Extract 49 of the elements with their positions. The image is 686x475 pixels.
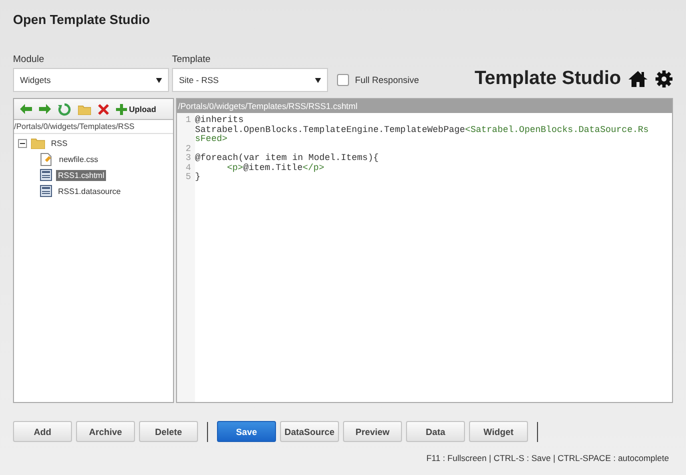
action-button[interactable]: Delete bbox=[139, 421, 198, 442]
document-icon bbox=[40, 169, 52, 181]
template-dropdown[interactable]: Site - RSS bbox=[172, 68, 328, 92]
file-icon bbox=[40, 152, 53, 166]
tree-item[interactable]: RSS1.datasource bbox=[56, 186, 123, 196]
checkbox-label: Full Responsive bbox=[355, 75, 420, 85]
settings-icon[interactable] bbox=[655, 70, 673, 88]
file-path-bar: /Portals/0/widgets/Templates/RSS/RSS1.cshtml bbox=[177, 99, 672, 113]
folder-icon bbox=[31, 137, 45, 149]
tree-item[interactable]: RSS1.cshtml bbox=[56, 170, 106, 180]
folder-path: /Portals/0/widgets/Templates/RSS bbox=[14, 120, 173, 134]
plus-icon bbox=[116, 104, 127, 114]
line-number: 3 bbox=[184, 154, 192, 164]
field-label: Module bbox=[13, 54, 46, 65]
field-label: Template bbox=[172, 54, 212, 65]
checkbox[interactable] bbox=[337, 74, 349, 86]
line-number: 1 bbox=[184, 116, 192, 127]
delete-icon[interactable] bbox=[98, 104, 109, 114]
collapse-icon[interactable] bbox=[18, 138, 27, 148]
line-number: 5 bbox=[184, 173, 192, 182]
line-number: 2 bbox=[184, 144, 192, 154]
action-button[interactable]: Data bbox=[406, 421, 465, 442]
home-icon[interactable] bbox=[628, 70, 648, 88]
upload-button[interactable]: Upload bbox=[116, 104, 156, 114]
document-icon bbox=[40, 185, 52, 197]
code-editor[interactable] bbox=[176, 98, 673, 403]
brand-title: Template Studio bbox=[474, 68, 621, 90]
tree-item[interactable]: newfile.css bbox=[57, 154, 100, 164]
module-dropdown[interactable]: Widgets bbox=[13, 68, 169, 92]
caret-icon bbox=[156, 78, 162, 82]
action-button[interactable]: Preview bbox=[343, 421, 402, 442]
action-button[interactable]: DataSource bbox=[280, 421, 339, 442]
shortcut-hint: F11 : Fullscreen | CTRL-S : Save | CTRL-SPACE : autocomplete bbox=[426, 453, 669, 463]
tree-item[interactable]: RSS bbox=[49, 138, 70, 148]
code-line: @foreach(var item in Model.Items){ bbox=[195, 154, 379, 164]
action-button[interactable]: Add bbox=[13, 421, 72, 442]
caret-icon bbox=[315, 78, 321, 82]
page-title: Open Template Studio bbox=[13, 12, 151, 29]
new-folder-icon[interactable] bbox=[78, 104, 91, 114]
action-button[interactable]: Archive bbox=[76, 421, 135, 442]
action-button[interactable]: Save bbox=[217, 421, 276, 442]
code-line: } bbox=[195, 173, 200, 182]
back-arrow-icon[interactable] bbox=[20, 104, 32, 114]
code-line: <p>@item.Title</p> bbox=[226, 164, 324, 173]
refresh-icon[interactable] bbox=[58, 102, 71, 116]
line-number: 4 bbox=[184, 164, 192, 173]
code-line: @inherits Satrabel.OpenBlocks.TemplateEngine.TemplateWebPage<Satrabel.OpenBlocks.DataSource.RssFeed> bbox=[195, 116, 650, 144]
forward-arrow-icon[interactable] bbox=[39, 104, 51, 114]
action-button[interactable]: Widget bbox=[469, 421, 528, 442]
